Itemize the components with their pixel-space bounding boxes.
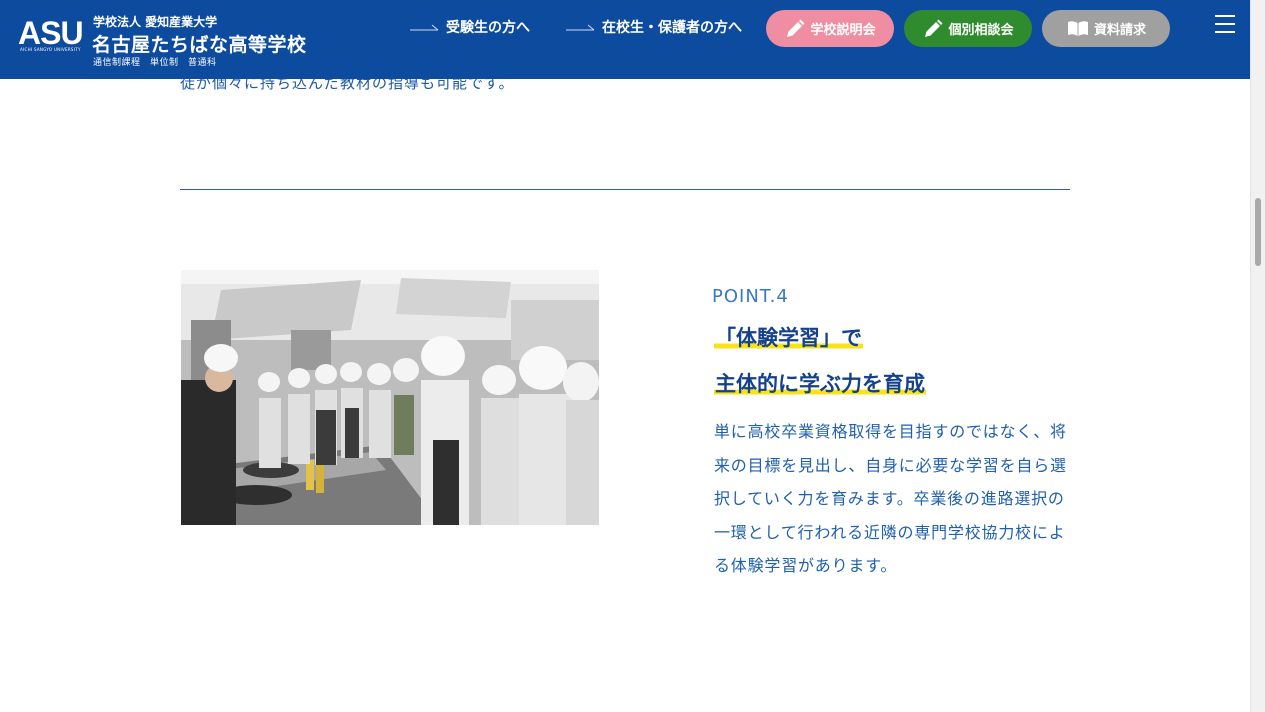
page-scrollbar[interactable] [1250,0,1265,712]
nav-link-students-parents[interactable]: 在校生・保護者の方へ [566,17,742,37]
point-heading-line1: 「体験学習」で [714,322,863,352]
arrow-right-icon [566,24,595,31]
point-heading-line2: 主体的に学ぶ力を育成 [714,368,926,398]
site-header: ASU AICHI SANGYO UNIVERSITY 学校法人 愛知産業大学 … [0,0,1250,79]
school-name[interactable]: 名古屋たちばな高等学校 [92,30,307,57]
book-icon [1067,20,1088,36]
button-label: 資料請求 [1093,23,1146,38]
logo-subtext: AICHI SANGYO UNIVERSITY [20,47,81,52]
school-organization: 学校法人 愛知産業大学 [93,15,218,29]
section-divider [180,189,1070,190]
individual-consultation-button[interactable]: 個別相談会 [904,10,1032,47]
pencil-icon [925,19,943,37]
button-label: 個別相談会 [948,23,1014,38]
school-briefing-button[interactable]: 学校説明会 [766,10,894,47]
nav-link-label: 在校生・保護者の方へ [602,20,742,36]
pencil-icon [787,19,805,37]
cooking-class-photo [181,270,599,525]
request-materials-button[interactable]: 資料請求 [1042,10,1170,47]
nav-link-applicants[interactable]: 受験生の方へ [410,17,530,37]
button-label: 学校説明会 [810,23,876,38]
scrollbar-thumb[interactable] [1255,198,1261,266]
svg-text:ASU: ASU [18,15,82,51]
nav-link-label: 受験生の方へ [446,20,530,36]
point-description: 単に高校卒業資格取得を目指すのではなく、将来の目標を見出し、自身に必要な学習を自… [714,422,1067,576]
point-label: POINT.4 [712,286,789,307]
arrow-right-icon [410,24,439,31]
kitchen-students-image [181,270,599,525]
school-courses: 通信制課程 単位制 普通科 [93,58,217,68]
hamburger-menu-icon[interactable] [1213,13,1237,35]
